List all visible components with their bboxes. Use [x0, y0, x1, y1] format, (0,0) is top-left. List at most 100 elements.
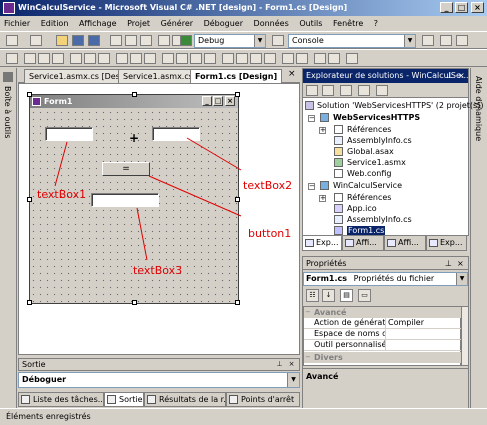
tab-find-results[interactable]: Résultats de la r... [144, 393, 226, 407]
tree-item-app-ico[interactable]: App.ico [334, 203, 377, 214]
menu-fenetre[interactable]: Fenêtre [333, 19, 363, 28]
align-center-icon[interactable] [38, 53, 50, 64]
hspace-increase-icon[interactable] [176, 53, 188, 64]
bring-front-icon[interactable] [314, 53, 326, 64]
config-combo[interactable]: Debug ▼ [194, 34, 266, 48]
close-icon[interactable]: × [458, 69, 465, 83]
tree-item-web-project[interactable]: WebServicesHTTPS [320, 112, 420, 123]
categorized-icon[interactable]: ☷ [306, 289, 319, 302]
prop-row-build-action[interactable]: Action de génération Compiler [304, 318, 462, 329]
pin-icon[interactable]: ⊥ [275, 360, 284, 369]
center-vertical-icon[interactable] [296, 53, 308, 64]
cut-icon[interactable] [110, 35, 122, 46]
close-doc-icon[interactable]: × [288, 69, 296, 79]
prop-row-namespace[interactable]: Espace de noms de [304, 329, 462, 340]
align-middle-icon[interactable] [84, 53, 96, 64]
prop-row-custom-tool[interactable]: Outil personnalisé [304, 340, 462, 351]
tab-task-list[interactable]: Liste des tâches... [18, 393, 104, 407]
properties-view-icon[interactable]: ▤ [340, 289, 353, 302]
platform-combo[interactable]: Console ▼ [288, 34, 416, 48]
category-advanced[interactable]: Avancé [304, 307, 462, 318]
paste-icon[interactable] [140, 35, 152, 46]
solution-explorer-icon[interactable] [440, 35, 452, 46]
menu-generer[interactable]: Générer [161, 19, 193, 28]
tree-item-win-references[interactable]: Références [334, 192, 391, 203]
align-right-icon[interactable] [52, 53, 64, 64]
hspace-decrease-icon[interactable] [190, 53, 202, 64]
vspace-increase-icon[interactable] [236, 53, 248, 64]
tree-item-win-project[interactable]: WinCalculService [320, 180, 402, 191]
menu-edition[interactable]: Edition [41, 19, 69, 28]
refresh-icon[interactable] [340, 85, 352, 96]
solution-config-icon[interactable] [272, 35, 284, 46]
tab-form1-design[interactable]: Form1.cs [Design] [190, 69, 283, 83]
menu-projet[interactable]: Projet [127, 19, 150, 28]
tab-class-view[interactable]: Affi... [342, 236, 384, 251]
save-icon[interactable] [72, 35, 84, 46]
pin-icon[interactable]: ⊥ [445, 257, 452, 270]
properties-icon[interactable] [376, 85, 388, 96]
pin-icon[interactable]: ⊥ [446, 69, 453, 83]
vspace-equal-icon[interactable] [222, 53, 234, 64]
tab-service-code[interactable]: Service1.asmx.cs [118, 69, 198, 83]
category-misc[interactable]: Divers [304, 352, 462, 363]
tab-breakpoints[interactable]: Points d'arrêt [226, 393, 300, 407]
align-left-icon[interactable] [24, 53, 36, 64]
lock-controls-icon[interactable] [346, 53, 358, 64]
tree-item-web-references[interactable]: Références [334, 124, 391, 135]
view-designer-icon[interactable] [322, 85, 334, 96]
expand-icon[interactable]: + [319, 127, 326, 134]
start-icon[interactable] [180, 35, 192, 46]
tree-item-webconfig[interactable]: Web.config [334, 168, 391, 179]
property-pages-icon[interactable]: ▭ [358, 289, 371, 302]
menu-fichier[interactable]: Fichier [4, 19, 30, 28]
tree-item-global[interactable]: Global.asax [334, 146, 394, 157]
chevron-down-icon[interactable]: ▼ [254, 35, 265, 47]
form-designer[interactable]: Form1 _ □ × + = textBox1 textBox2 button… [18, 83, 300, 355]
open-icon[interactable] [56, 35, 68, 46]
prop-value[interactable]: Compiler [388, 318, 458, 328]
hspace-remove-icon[interactable] [204, 53, 216, 64]
vspace-remove-icon[interactable] [264, 53, 276, 64]
properties-icon[interactable] [456, 35, 468, 46]
vs-app-icon[interactable] [3, 2, 15, 14]
align-bottom-icon[interactable] [98, 53, 110, 64]
chevron-down-icon[interactable]: ▼ [456, 273, 467, 285]
add-item-icon[interactable] [30, 35, 42, 46]
new-project-icon[interactable] [6, 35, 18, 46]
show-all-files-icon[interactable] [358, 85, 370, 96]
close-button[interactable]: × [471, 2, 484, 13]
minimize-button[interactable]: _ [440, 2, 453, 13]
maximize-button[interactable]: □ [455, 2, 468, 13]
properties-object-select[interactable]: Form1.cs Propriétés du fichier ▼ [303, 272, 468, 286]
tab-server-explorer[interactable]: Exp... [426, 236, 467, 251]
menu-affichage[interactable]: Affichage [79, 19, 117, 28]
close-icon[interactable]: × [457, 257, 464, 270]
center-horizontal-icon[interactable] [282, 53, 294, 64]
toolbox-icon[interactable] [3, 72, 13, 82]
tab-resource-view[interactable]: Affi... [384, 236, 426, 251]
expand-icon[interactable]: + [319, 195, 326, 202]
collapse-icon[interactable]: − [308, 115, 315, 122]
properties-scrollbar[interactable] [461, 306, 469, 366]
tree-item-web-assemblyinfo[interactable]: AssemblyInfo.cs [334, 135, 412, 146]
close-icon[interactable]: × [287, 360, 296, 369]
tab-solution-explorer[interactable]: Exp... [302, 236, 342, 251]
tree-item-solution[interactable]: Solution 'WebServicesHTTPS' (2 projet(s)… [305, 100, 483, 111]
copy-icon[interactable] [125, 35, 137, 46]
collapse-icon[interactable]: − [308, 183, 315, 190]
same-size-icon[interactable] [144, 53, 156, 64]
output-source-select[interactable]: Déboguer ▼ [18, 372, 300, 388]
tab-output[interactable]: Sortie [104, 393, 144, 407]
chevron-down-icon[interactable]: ▼ [404, 35, 415, 47]
view-code-icon[interactable] [306, 85, 318, 96]
undo-icon[interactable] [158, 35, 170, 46]
toolbox-tab[interactable]: Boîte à outils [3, 86, 12, 138]
same-height-icon[interactable] [130, 53, 142, 64]
menu-deboguer[interactable]: Déboguer [204, 19, 243, 28]
find-icon[interactable] [422, 35, 434, 46]
tree-item-service[interactable]: Service1.asmx [334, 157, 406, 168]
hspace-equal-icon[interactable] [162, 53, 174, 64]
align-top-icon[interactable] [70, 53, 82, 64]
tree-item-win-assemblyinfo[interactable]: AssemblyInfo.cs [334, 214, 412, 225]
